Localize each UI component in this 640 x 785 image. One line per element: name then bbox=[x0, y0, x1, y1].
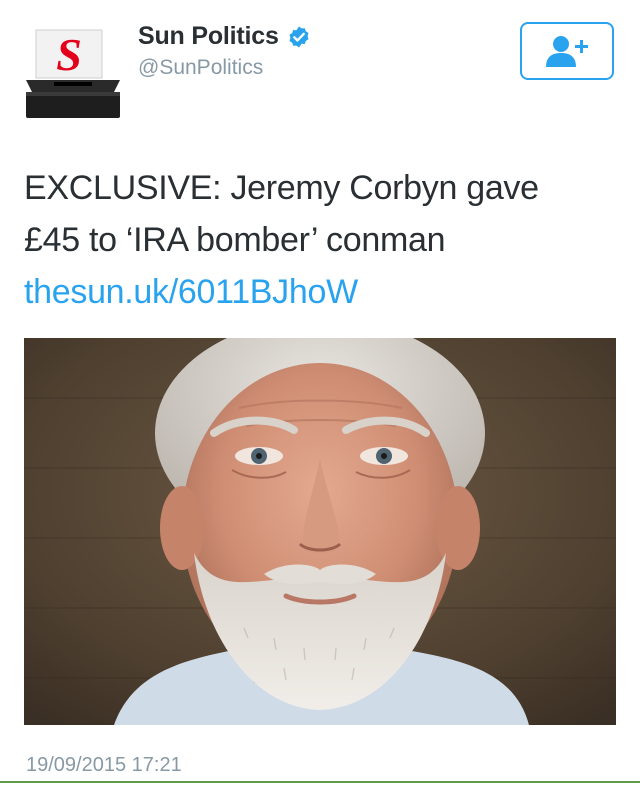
tweet-photo[interactable] bbox=[24, 338, 616, 725]
follow-user-plus-icon bbox=[546, 36, 588, 67]
portrait-photo-image bbox=[24, 338, 616, 725]
tweet-text: EXCLUSIVE: Jeremy Corbyn gave £45 to ‘IR… bbox=[24, 162, 624, 318]
verified-badge-icon bbox=[287, 25, 311, 49]
avatar[interactable]: S bbox=[24, 26, 122, 122]
tweet-card: S Sun Politics @SunPolitics EXCLUSIVE: J… bbox=[0, 0, 640, 785]
tweet-link[interactable]: thesun.uk/6011BJhoW bbox=[24, 266, 624, 318]
tweet-timestamp[interactable]: 19/09/2015 17:21 bbox=[26, 754, 182, 777]
author-name-text: Sun Politics bbox=[138, 22, 279, 50]
ballot-box-logo-icon: S bbox=[26, 29, 120, 118]
tweet-text-line-1: EXCLUSIVE: Jeremy Corbyn gave bbox=[24, 169, 539, 207]
author-handle[interactable]: @SunPolitics bbox=[138, 56, 263, 80]
tweet-text-line-2: £45 to ‘IRA bomber’ conman bbox=[24, 221, 446, 259]
bottom-divider bbox=[0, 781, 640, 783]
svg-text:S: S bbox=[56, 29, 82, 80]
follow-button[interactable] bbox=[520, 22, 614, 80]
author-display-name[interactable]: Sun Politics bbox=[138, 22, 311, 51]
